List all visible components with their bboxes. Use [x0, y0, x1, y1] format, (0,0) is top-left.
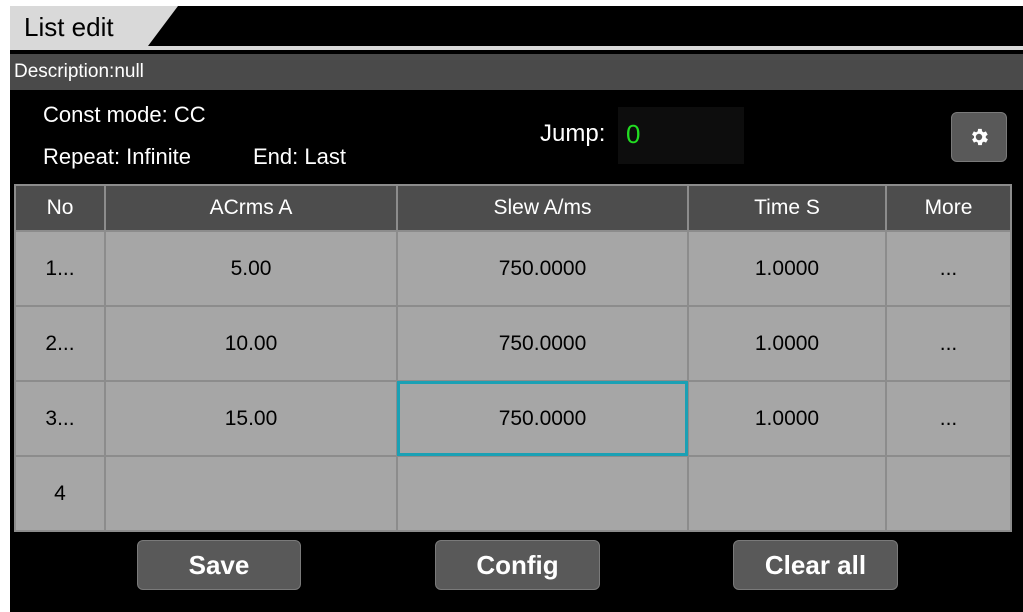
config-button[interactable]: Config [435, 540, 600, 590]
header-slew: Slew A/ms [396, 184, 689, 232]
cell-time[interactable]: 1.0000 [687, 305, 887, 382]
header-no: No [14, 184, 106, 232]
cell-more[interactable] [885, 455, 1012, 532]
cell-no[interactable]: 4 [14, 455, 106, 532]
cell-no[interactable]: 3... [14, 380, 106, 457]
header-time: Time S [687, 184, 887, 232]
jump-value: 0 [626, 119, 641, 149]
table-row: 1... 5.00 750.0000 1.0000 ... [14, 230, 1012, 307]
cell-more[interactable]: ... [885, 230, 1012, 307]
table-row: 3... 15.00 750.0000 1.0000 ... [14, 380, 1012, 457]
header-more: More [885, 184, 1012, 232]
cell-time[interactable] [687, 455, 887, 532]
cell-acrms[interactable]: 5.00 [104, 230, 398, 307]
cell-time[interactable]: 1.0000 [687, 380, 887, 457]
gear-icon [972, 128, 988, 146]
cell-no[interactable]: 2... [14, 305, 106, 382]
description-bar: Description:null [10, 54, 1023, 90]
settings-button[interactable] [951, 112, 1007, 162]
tab-underline [10, 46, 1023, 50]
const-mode-label: Const mode: CC [43, 102, 206, 127]
tab-slant [148, 6, 178, 46]
list-edit-screen: List edit Description:null Const mode: C… [10, 6, 1023, 612]
cell-time[interactable]: 1.0000 [687, 230, 887, 307]
cell-more[interactable]: ... [885, 305, 1012, 382]
table-row: 2... 10.00 750.0000 1.0000 ... [14, 305, 1012, 382]
cell-slew[interactable]: 750.0000 [396, 305, 689, 382]
cell-more[interactable]: ... [885, 380, 1012, 457]
jump-input[interactable]: 0 [618, 107, 744, 164]
repeat-label: Repeat: Infinite [43, 144, 191, 169]
cell-slew[interactable]: 750.0000 [396, 230, 689, 307]
cell-acrms[interactable]: 10.00 [104, 305, 398, 382]
save-button[interactable]: Save [137, 540, 301, 590]
table-header-row: No ACrms A Slew A/ms Time S More [14, 184, 1012, 232]
cell-acrms[interactable] [104, 455, 398, 532]
tab-list-edit[interactable]: List edit [10, 6, 148, 46]
clear-all-button[interactable]: Clear all [733, 540, 898, 590]
cell-slew-selected[interactable]: 750.0000 [396, 380, 689, 457]
cell-no[interactable]: 1... [14, 230, 106, 307]
jump-label: Jump: [540, 120, 606, 147]
list-table: No ACrms A Slew A/ms Time S More 1... 5.… [14, 184, 1012, 532]
header-acrms: ACrms A [104, 184, 398, 232]
table-row: 4 [14, 455, 1012, 532]
cell-acrms[interactable]: 15.00 [104, 380, 398, 457]
end-label: End: Last [253, 144, 346, 169]
cell-slew[interactable] [396, 455, 689, 532]
